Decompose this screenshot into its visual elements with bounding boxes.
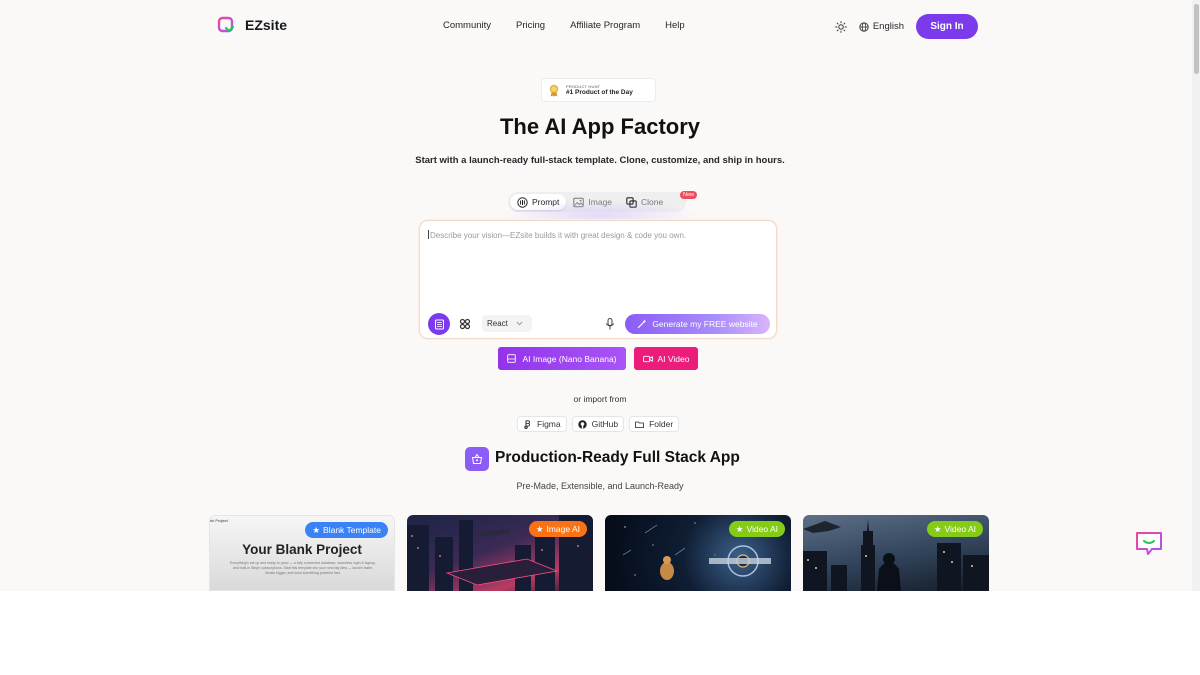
globe-icon [859,21,869,32]
star-icon: ★ [535,523,544,534]
import-sources: Figma GitHub Folder [517,416,680,432]
card-mini-title: nk Project [210,518,228,523]
app-basket-icon [471,453,483,464]
card-description: Everything's set up and ready to grow — … [229,561,377,575]
magic-wand-icon [638,319,647,329]
template-card-video-ai-city[interactable]: ★ Video AI [803,515,989,591]
badge-title: #1 Product of the Day [566,89,633,96]
product-hunt-badge[interactable]: PRODUCT HUNT #1 Product of the Day [541,78,656,102]
import-figma-label: Figma [537,419,561,429]
github-icon [577,419,587,429]
import-folder-label: Folder [649,419,674,429]
header-actions: English Sign In [834,14,978,39]
logo[interactable]: EZsite [217,16,287,34]
folder-icon [635,421,644,428]
star-icon: ★ [312,524,321,535]
template-card-video-ai-space[interactable]: ★ Video AI [605,515,791,591]
microphone-icon[interactable] [603,317,617,331]
ai-image-label: AI Image (Nano Banana) [522,353,617,364]
card-tag-video-ai: ★ Video AI [926,521,983,537]
section-subtitle: Pre-Made, Extensible, and Launch-Ready [516,481,684,491]
language-label: English [872,21,904,32]
section-icon-box [465,447,489,471]
framework-value: React [487,319,508,328]
ezsite-logo-icon [217,16,235,33]
medal-icon [549,84,559,97]
document-icon [434,319,444,329]
template-mode-button[interactable] [428,313,450,335]
language-selector[interactable]: English [859,21,904,32]
page-scrollbar[interactable] [1192,0,1200,591]
card-tag-label: Image AI [546,524,580,534]
ai-video-button[interactable]: AI Video [634,347,698,370]
video-camera-icon [642,355,653,362]
card-tag-blank-template: ★ Blank Template [305,522,388,538]
ai-video-label: AI Video [657,353,690,364]
import-label: or import from [573,394,627,404]
import-github-label: GitHub [591,419,619,429]
page-subtitle: Start with a launch-ready full-stack tem… [415,155,785,166]
scrollbar-thumb[interactable] [1194,4,1199,74]
generate-label: Generate my FREE website [652,319,758,329]
brand-name: EZsite [245,17,288,33]
section-title: Production-Ready Full Stack App [495,449,740,466]
new-badge: New [680,191,698,199]
framework-select[interactable]: React [482,315,532,332]
chat-support-icon[interactable] [1135,531,1163,557]
nav-affiliate-program[interactable]: Affiliate Program [570,20,640,31]
star-icon: ★ [933,523,942,534]
card-title: Your Blank Project [242,542,362,557]
card-tag-label: Video AI [944,524,976,534]
card-tag-label: Blank Template [323,525,381,535]
page-title: The AI App Factory [499,114,701,139]
sign-in-button[interactable]: Sign In [916,14,978,39]
ai-image-button[interactable]: AI Image (Nano Banana) [498,347,626,370]
nav-help[interactable]: Help [665,20,685,31]
star-icon: ★ [735,523,744,534]
card-tag-label: Video AI [746,524,778,534]
prompt-input[interactable]: Describe your vision—EZsite builds it wi… [428,230,686,240]
prompt-box[interactable]: Describe your vision—EZsite builds it wi… [419,220,777,339]
components-icon[interactable] [458,317,472,331]
import-github-button[interactable]: GitHub [571,416,625,432]
theme-toggle-sun-icon[interactable] [834,20,847,33]
template-card-blank[interactable]: nk Project ★ Blank Template Your Blank P… [209,515,395,591]
template-card-image-ai[interactable]: ★ Image AI [407,515,593,591]
nav-community[interactable]: Community [443,20,491,31]
import-folder-button[interactable]: Folder [629,416,680,432]
figma-icon [524,419,530,429]
card-tag-video-ai: ★ Video AI [728,521,785,537]
chevron-down-icon [516,321,523,326]
nav-pricing[interactable]: Pricing [516,20,545,31]
page: EZsite Community Pricing Affiliate Progr… [0,0,1200,591]
card-tag-image-ai: ★ Image AI [528,521,587,537]
page-bottom-area [0,591,1200,675]
main-nav: Community Pricing Affiliate Program Help [443,20,685,31]
import-figma-button[interactable]: Figma [517,416,567,432]
generate-website-button[interactable]: Generate my FREE website [625,314,770,334]
image-frame-icon [507,354,517,363]
